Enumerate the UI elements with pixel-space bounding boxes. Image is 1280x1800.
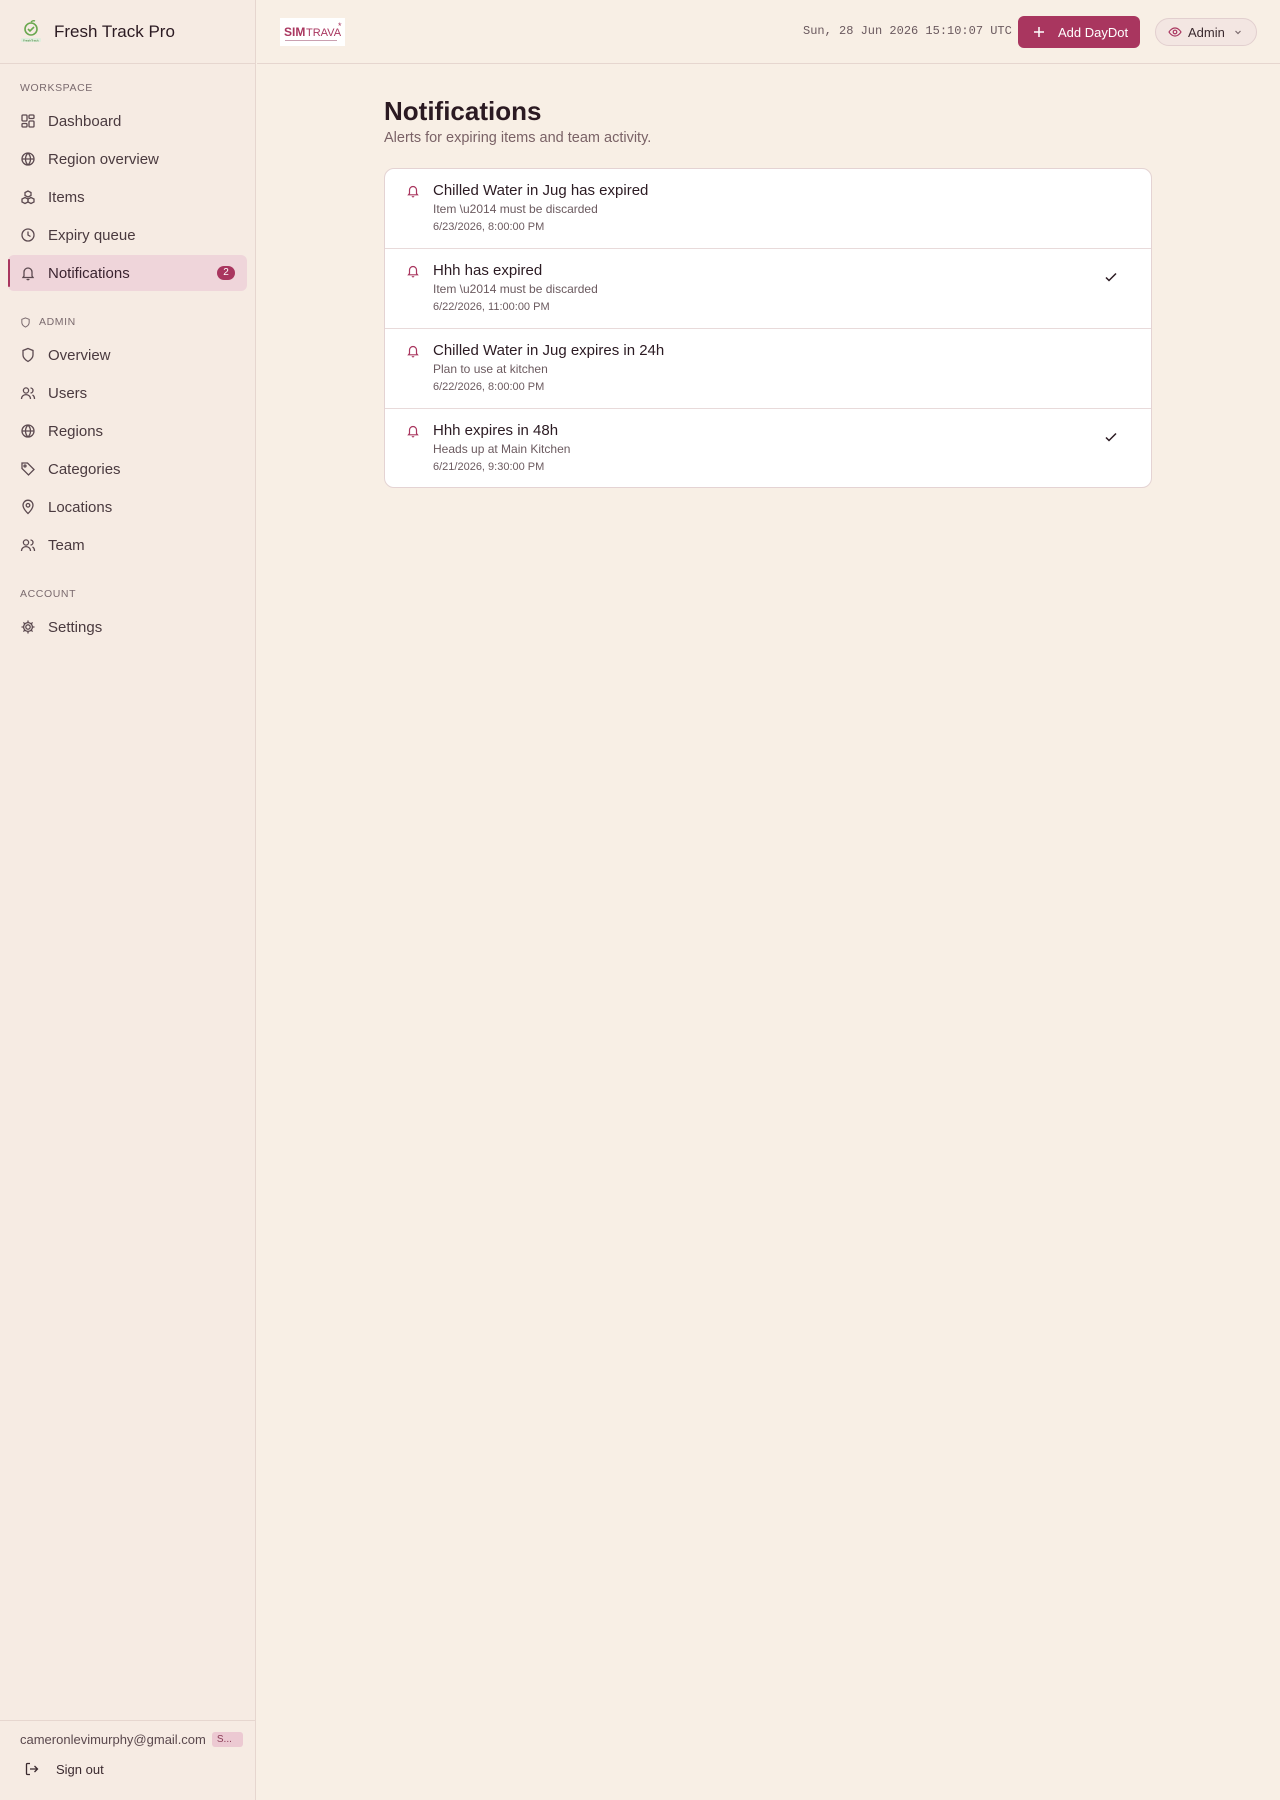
- app-name: Fresh Track Pro: [54, 21, 175, 41]
- clock-icon: [20, 227, 36, 243]
- svg-text:*: *: [338, 21, 342, 31]
- sidebar-item-label: Region overview: [48, 150, 159, 168]
- notification-item[interactable]: Hhh has expired Item \u2014 must be disc…: [385, 249, 1151, 329]
- notification-item[interactable]: Hhh expires in 48h Heads up at Main Kitc…: [385, 409, 1151, 487]
- sidebar-item-users[interactable]: Users: [8, 375, 247, 411]
- dashboard-icon: [20, 113, 36, 129]
- bell-icon: [406, 264, 420, 278]
- sign-out-icon: [24, 1761, 40, 1777]
- notification-count-badge: 2: [217, 266, 235, 280]
- brand[interactable]: FreshTrack Fresh Track Pro: [0, 0, 255, 64]
- current-time: Sun, 28 Jun 2026 15:10:07 UTC: [803, 24, 1012, 38]
- section-label-account: ACCOUNT: [20, 588, 77, 600]
- sidebar-item-regions[interactable]: Regions: [8, 413, 247, 449]
- role-label: Admin: [1188, 24, 1225, 40]
- section-label-workspace: WORKSPACE: [20, 82, 93, 94]
- sidebar-item-label: Team: [48, 536, 85, 554]
- sidebar-item-dashboard[interactable]: Dashboard: [8, 103, 247, 139]
- topbar: SIM TRAVA * Sun, 28 Jun 2026 15:10:07 UT…: [257, 0, 1280, 64]
- notification-title: Hhh expires in 48h: [433, 422, 559, 439]
- sign-out-label: Sign out: [56, 1761, 104, 1777]
- section-label-text: ADMIN: [39, 316, 76, 328]
- globe-icon: [20, 151, 36, 167]
- bell-icon: [406, 184, 420, 198]
- fresh-track-logo-icon: FreshTrack: [18, 19, 44, 45]
- notification-message: Item \u2014 must be discarded: [433, 202, 598, 216]
- page-title: Notifications: [384, 96, 542, 126]
- sidebar-item-label: Overview: [48, 346, 111, 364]
- notification-time: 6/21/2026, 9:30:00 PM: [433, 461, 545, 473]
- chevron-down-icon: [1233, 27, 1243, 37]
- gear-icon: [20, 619, 36, 635]
- sidebar-item-categories[interactable]: Categories: [8, 451, 247, 487]
- sidebar-item-label: Users: [48, 384, 88, 402]
- bell-icon: [406, 424, 420, 438]
- add-daydot-button[interactable]: Add DayDot: [1018, 16, 1140, 48]
- section-label-admin: ADMIN: [0, 315, 255, 329]
- sidebar: FreshTrack Fresh Track Pro WORKSPACE Das…: [0, 0, 256, 1800]
- notifications-list: Chilled Water in Jug has expired Item \u…: [384, 168, 1152, 488]
- sidebar-item-label: Settings: [48, 618, 103, 636]
- sidebar-footer: cameronlevimurphy@gmail.com S... Sign ou…: [0, 1720, 255, 1800]
- notification-message: Item \u2014 must be discarded: [433, 282, 598, 296]
- sidebar-item-overview[interactable]: Overview: [8, 337, 247, 373]
- sidebar-item-region-overview[interactable]: Region overview: [8, 141, 247, 177]
- boxes-icon: [20, 189, 36, 205]
- role-switcher[interactable]: Admin: [1155, 18, 1257, 46]
- sidebar-item-locations[interactable]: Locations: [8, 489, 247, 525]
- notification-message: Heads up at Main Kitchen: [433, 442, 571, 456]
- sidebar-item-settings[interactable]: Settings: [8, 609, 247, 645]
- notification-title: Chilled Water in Jug has expired: [433, 182, 649, 199]
- page-subtitle: Alerts for expiring items and team activ…: [384, 130, 652, 146]
- sidebar-item-label: Items: [48, 188, 85, 206]
- add-daydot-label: Add DayDot: [1058, 24, 1129, 40]
- user-email: cameronlevimurphy@gmail.com: [20, 1732, 206, 1747]
- user-info: cameronlevimurphy@gmail.com S...: [0, 1721, 255, 1747]
- globe-icon: [20, 423, 36, 439]
- svg-text:SIM: SIM: [284, 25, 305, 39]
- notification-time: 6/22/2026, 11:00:00 PM: [433, 301, 550, 313]
- map-pin-icon: [20, 499, 36, 515]
- sidebar-item-label: Notifications: [48, 264, 130, 282]
- bell-icon: [20, 265, 36, 281]
- svg-text:FreshTrack: FreshTrack: [23, 38, 39, 42]
- notification-message: Plan to use at kitchen: [433, 362, 548, 376]
- organization-logo: SIM TRAVA *: [280, 18, 345, 46]
- notification-title: Hhh has expired: [433, 262, 543, 279]
- users-icon: [20, 537, 36, 553]
- shield-icon: [20, 347, 36, 363]
- sidebar-item-team[interactable]: Team: [8, 527, 247, 563]
- sidebar-item-label: Dashboard: [48, 112, 122, 130]
- sidebar-item-expiry-queue[interactable]: Expiry queue: [8, 217, 247, 253]
- sidebar-item-label: Regions: [48, 422, 104, 440]
- user-role-chip: S...: [211, 1732, 243, 1747]
- notification-time: 6/22/2026, 8:00:00 PM: [433, 381, 545, 393]
- tag-icon: [20, 461, 36, 477]
- shield-icon: [20, 316, 31, 328]
- svg-text:TRAVA: TRAVA: [306, 27, 342, 39]
- check-icon[interactable]: [1103, 429, 1119, 445]
- plus-icon: [1032, 25, 1046, 39]
- notification-item[interactable]: Chilled Water in Jug expires in 24h Plan…: [385, 329, 1151, 409]
- sidebar-item-notifications[interactable]: Notifications 2: [8, 255, 247, 291]
- sidebar-item-label: Locations: [48, 498, 113, 516]
- bell-icon: [406, 344, 420, 358]
- eye-icon: [1168, 25, 1182, 39]
- notification-time: 6/23/2026, 8:00:00 PM: [433, 221, 545, 233]
- check-icon[interactable]: [1103, 269, 1119, 285]
- sign-out-button[interactable]: Sign out: [24, 1761, 255, 1777]
- sidebar-item-items[interactable]: Items: [8, 179, 247, 215]
- notification-title: Chilled Water in Jug expires in 24h: [433, 342, 665, 359]
- notification-item[interactable]: Chilled Water in Jug has expired Item \u…: [385, 169, 1151, 249]
- sidebar-item-label: Categories: [48, 460, 121, 478]
- users-icon: [20, 385, 36, 401]
- sidebar-item-label: Expiry queue: [48, 226, 136, 244]
